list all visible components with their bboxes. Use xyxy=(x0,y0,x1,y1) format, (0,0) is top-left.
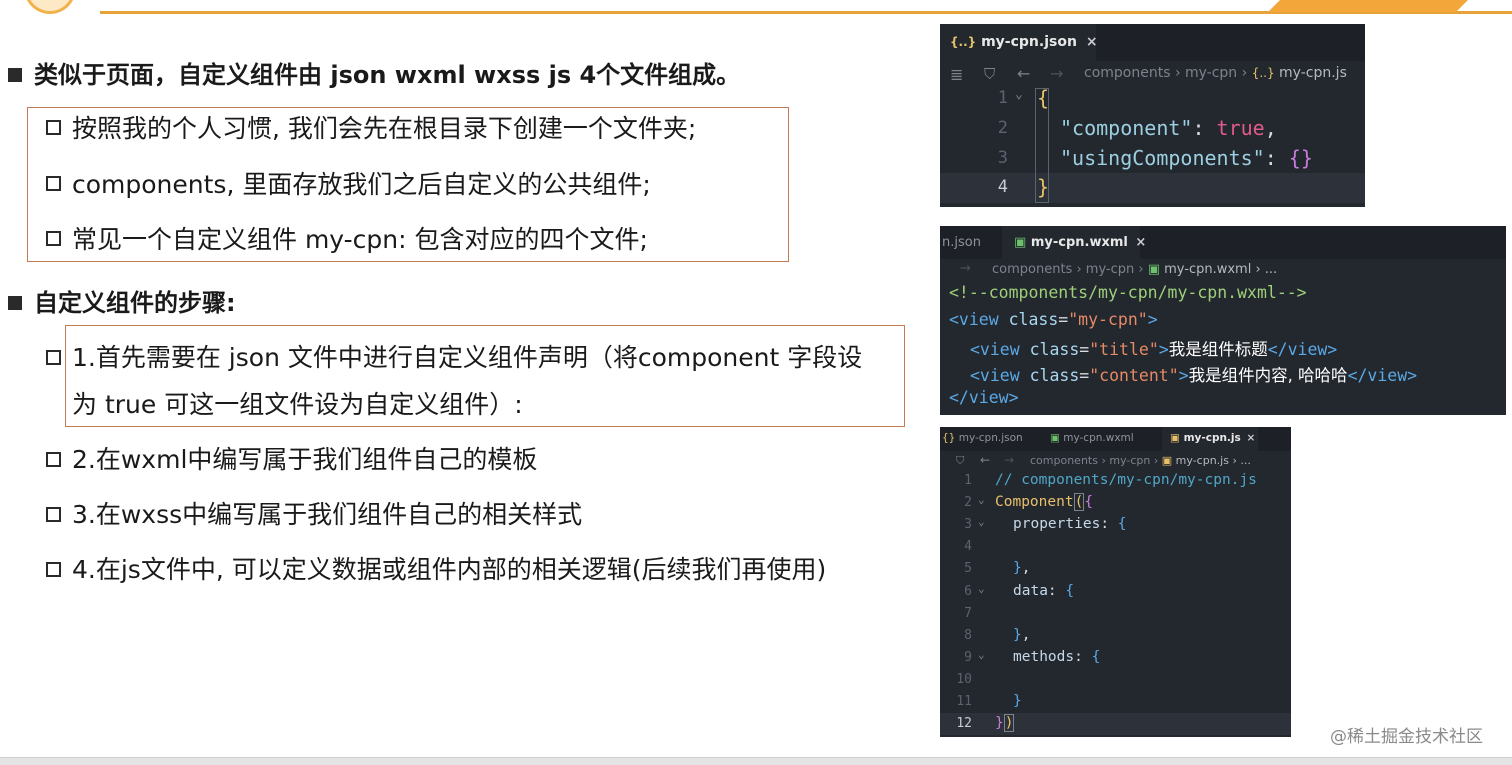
checkbox-square-icon xyxy=(46,176,61,191)
code-line-11: } xyxy=(1013,693,1022,709)
line-number: 3 xyxy=(997,148,1008,168)
line-number: 4 xyxy=(997,177,1008,197)
fold-chevron-icon[interactable]: ⌄ xyxy=(1015,87,1023,102)
checkbox-square-icon xyxy=(46,120,61,135)
breadcrumb: components › my-cpn › ▣ my-cpn.wxml › ..… xyxy=(992,262,1278,277)
step-2: 2.在wxml中编写属于我们组件自己的模板 xyxy=(72,445,538,474)
tab-my-cpn-json[interactable]: n.json xyxy=(940,226,1000,259)
line-number: 3 xyxy=(964,517,972,532)
bullet-heading-2: 自定义组件的步骤: xyxy=(34,289,236,317)
bullet-square-icon xyxy=(8,68,22,82)
line-number: 1 xyxy=(964,473,972,488)
wxml-file-icon: ▣ xyxy=(1050,432,1060,444)
code-line-4: <view class="content">我是组件内容, 哈哈哈</view> xyxy=(970,366,1418,385)
tab-my-cpn-wxml[interactable]: ▣ my-cpn.wxml xyxy=(1048,427,1152,451)
code-line-3: properties: { xyxy=(1013,516,1127,532)
tab-bar: {} my-cpn.json ▣ my-cpn.wxml ▣ my-cpn.js… xyxy=(940,427,1291,451)
checkbox-square-icon xyxy=(46,231,61,246)
line-number: 11 xyxy=(956,694,972,709)
js-file-icon: ▣ xyxy=(1170,432,1180,444)
line-number: 2 xyxy=(964,495,972,510)
checkbox-square-icon xyxy=(46,562,61,577)
line-number: 5 xyxy=(964,561,972,576)
checkbox-square-icon xyxy=(46,507,61,522)
line-number: 12 xyxy=(956,716,972,731)
current-line-highlight xyxy=(940,713,1291,735)
line-number: 1 xyxy=(997,88,1008,108)
tab-bar: n.json ▣ my-cpn.wxml × xyxy=(940,226,1506,259)
wxml-code-panel: n.json ▣ my-cpn.wxml × → components › my… xyxy=(940,226,1506,415)
code-line-5: }, xyxy=(1013,560,1031,576)
code-line-1: // components/my-cpn/my-cpn.js xyxy=(995,472,1257,488)
checkbox-square-icon xyxy=(46,350,61,365)
wxml-file-icon: ▣ xyxy=(1014,235,1027,250)
code-line-1: <!--components/my-cpn/my-cpn.wxml--> xyxy=(949,283,1307,302)
tab-my-cpn-wxml[interactable]: ▣ my-cpn.wxml × xyxy=(1002,226,1146,259)
code-line-2: <view class="my-cpn"> xyxy=(949,310,1158,329)
code-line-2: "component": true, xyxy=(1060,116,1277,140)
code-line-2: Component({ xyxy=(995,493,1094,511)
watermark: @稀土掘金技术社区 xyxy=(1330,727,1483,747)
fold-chevron-icon[interactable]: ⌄ xyxy=(978,648,985,661)
step-3: 3.在wxss中编写属于我们组件自己的相关样式 xyxy=(72,500,583,529)
fold-chevron-icon[interactable]: ⌄ xyxy=(978,582,985,595)
json-code-panel: {..} my-cpn.json × ≣ ⛉ ← → components › … xyxy=(940,24,1365,207)
back-arrow-icon[interactable]: ← xyxy=(1017,64,1030,83)
bullet-heading-1: 类似于页面，自定义组件由 json wxml wxss js 4个文件组成。 xyxy=(34,61,741,89)
code-line-12: }) xyxy=(995,714,1015,732)
sub-item-3: 常见一个自定义组件 my-cpn: 包含对应的四个文件; xyxy=(72,225,648,254)
bookmark-icon[interactable]: ⛉ xyxy=(956,454,964,468)
line-number: 2 xyxy=(997,118,1008,138)
code-line-3: "usingComponents": {} xyxy=(1060,146,1313,170)
line-number: 8 xyxy=(964,628,972,643)
line-number: 9 xyxy=(964,650,972,665)
fold-chevron-icon[interactable]: ⌄ xyxy=(978,515,985,528)
bullet-square-icon xyxy=(8,296,22,310)
line-number: 7 xyxy=(964,606,972,621)
step-4: 4.在js文件中, 可以定义数据或组件内部的相关逻辑(后续我们再使用) xyxy=(72,555,827,584)
step-1-line-2: 为 true 可这一组文件设为自定义组件）: xyxy=(72,390,523,419)
forward-arrow-icon[interactable]: → xyxy=(1004,453,1014,467)
code-line-5: </view> xyxy=(949,388,1019,407)
code-line-1: { xyxy=(1037,86,1050,110)
json-file-icon: {..} xyxy=(950,35,977,49)
code-line-6: data: { xyxy=(1013,583,1075,599)
checkbox-square-icon xyxy=(46,452,61,467)
json-file-icon: {} xyxy=(942,432,956,444)
header-tab-decoration xyxy=(1268,0,1468,12)
close-icon[interactable]: × xyxy=(1246,432,1255,444)
list-icon[interactable]: ≣ xyxy=(950,65,963,84)
close-icon[interactable]: × xyxy=(1135,235,1146,250)
close-icon[interactable]: × xyxy=(1086,34,1098,50)
line-number: 6 xyxy=(964,584,972,599)
fold-chevron-icon[interactable]: ⌄ xyxy=(978,493,985,506)
breadcrumb: components › my-cpn › ▣ my-cpn.js › ... xyxy=(1030,454,1251,467)
tab-bar: {..} my-cpn.json × xyxy=(940,24,1365,61)
forward-arrow-icon[interactable]: → xyxy=(1050,64,1063,83)
bookmark-icon[interactable]: ⛉ xyxy=(984,65,995,83)
line-number: 4 xyxy=(964,539,972,554)
tab-my-cpn-js[interactable]: ▣ my-cpn.js × xyxy=(1162,427,1258,451)
code-line-4: } xyxy=(1037,175,1050,199)
sub-item-1: 按照我的个人习惯, 我们会先在根目录下创建一个文件夹; xyxy=(72,114,697,143)
bottom-bar xyxy=(0,757,1512,765)
step-1-line-1: 1.首先需要在 json 文件中进行自定义组件声明（将component 字段设 xyxy=(72,343,863,372)
tab-my-cpn-json[interactable]: {} my-cpn.json xyxy=(940,427,1034,451)
breadcrumb: components › my-cpn › {..} my-cpn.js xyxy=(1084,65,1347,81)
back-arrow-icon[interactable]: ← xyxy=(980,453,990,467)
js-code-panel: {} my-cpn.json ▣ my-cpn.wxml ▣ my-cpn.js… xyxy=(940,427,1291,737)
sub-item-2: components, 里面存放我们之后自定义的公共组件; xyxy=(72,170,651,199)
code-line-8: }, xyxy=(1013,627,1031,643)
code-line-9: methods: { xyxy=(1013,649,1101,665)
code-line-3: <view class="title">我是组件标题</view> xyxy=(970,340,1338,359)
forward-arrow-icon[interactable]: → xyxy=(960,261,971,276)
line-number: 10 xyxy=(956,672,972,687)
logo-corner xyxy=(24,0,76,14)
tab-my-cpn-json[interactable]: {..} my-cpn.json × xyxy=(940,24,1098,61)
